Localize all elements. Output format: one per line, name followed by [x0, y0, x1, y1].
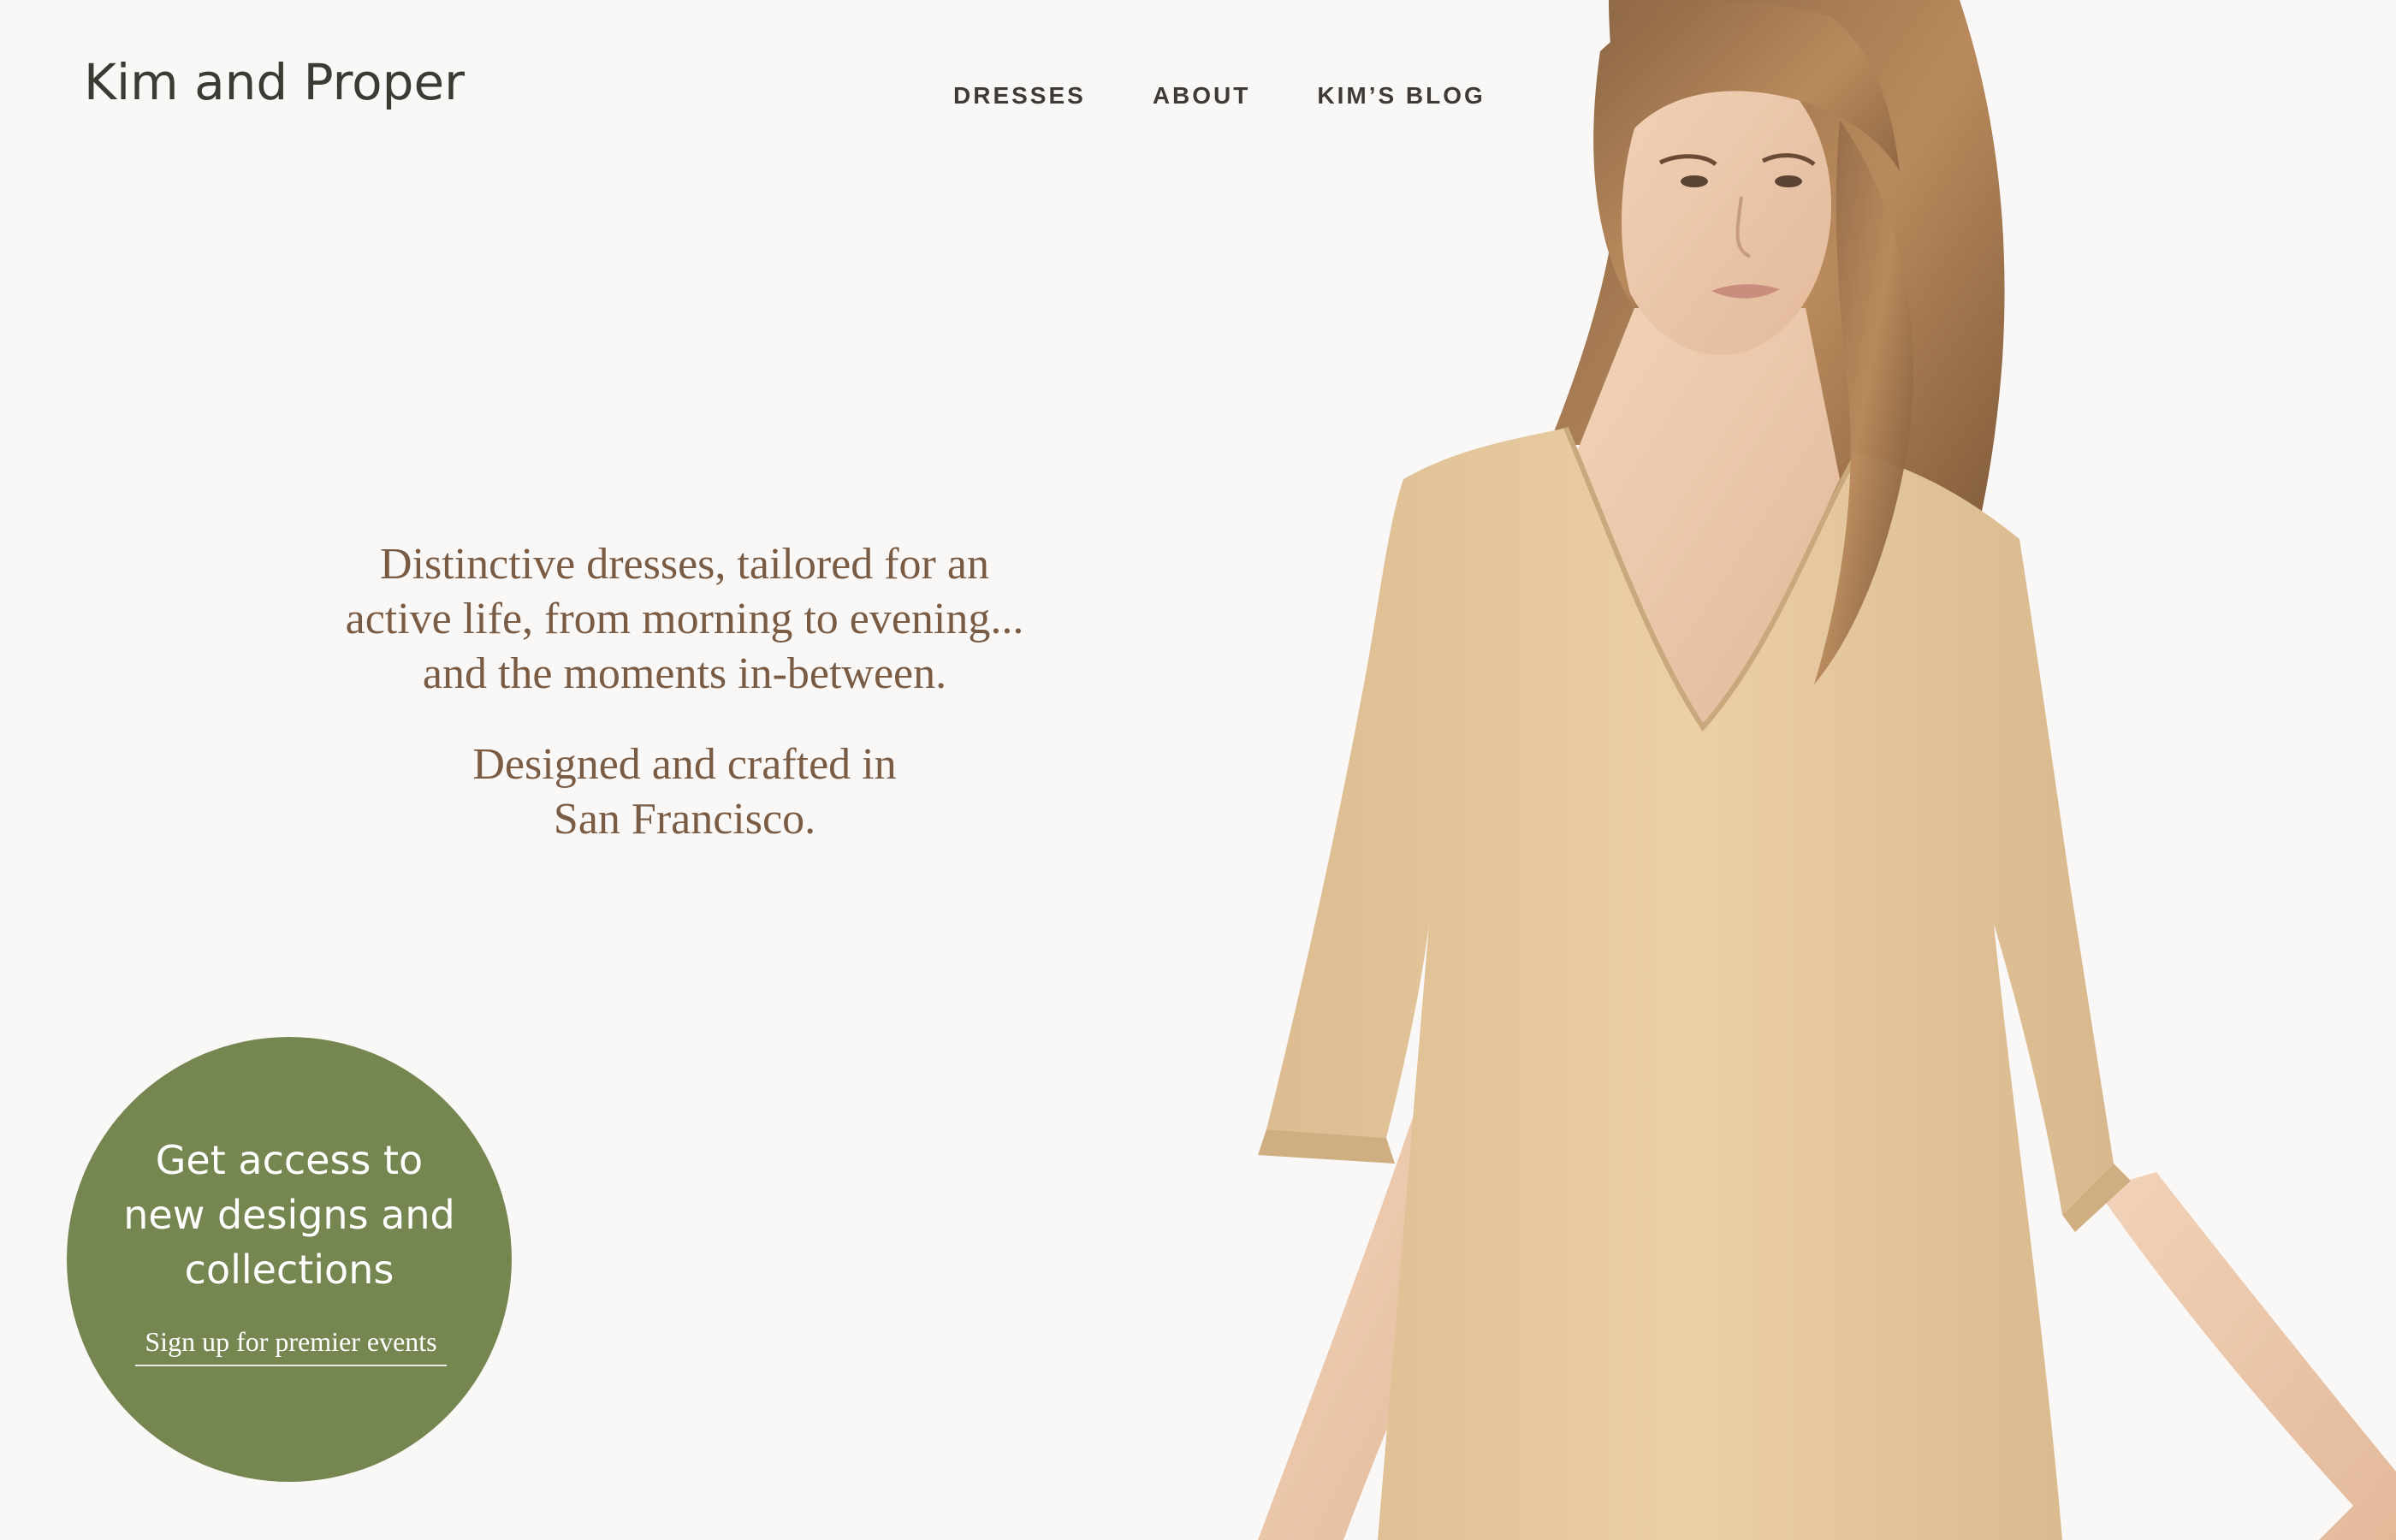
model-photo-illustration: [1258, 0, 2396, 1540]
hero-copy: Distinctive dresses, tailored for an act…: [291, 537, 1078, 847]
hero-tagline: Distinctive dresses, tailored for an act…: [291, 537, 1078, 702]
cta-title-line-1: Get access to: [155, 1137, 424, 1183]
cta-title: Get access to new designs and collection…: [67, 1133, 512, 1297]
signup-circle-cta[interactable]: Get access to new designs and collection…: [67, 1037, 512, 1482]
hero-line-4: Designed and crafted in: [472, 740, 897, 789]
hero-line-2: active life, from morning to evening...: [345, 595, 1024, 643]
hero-line-3: and the moments in-between.: [422, 649, 947, 698]
brand-logo[interactable]: Kim and Proper: [84, 53, 465, 111]
model-photo: [1104, 0, 2396, 1540]
cta-title-line-3: collections: [184, 1247, 394, 1293]
hero-line-1: Distinctive dresses, tailored for an: [380, 540, 989, 589]
hero-line-5: San Francisco.: [553, 795, 816, 844]
nav-dresses[interactable]: DRESSES: [953, 82, 1086, 110]
hero-origin: Designed and crafted in San Francisco.: [291, 737, 1078, 847]
cta-title-line-2: new designs and: [123, 1192, 455, 1238]
signup-link[interactable]: Sign up for premier events: [135, 1326, 447, 1366]
